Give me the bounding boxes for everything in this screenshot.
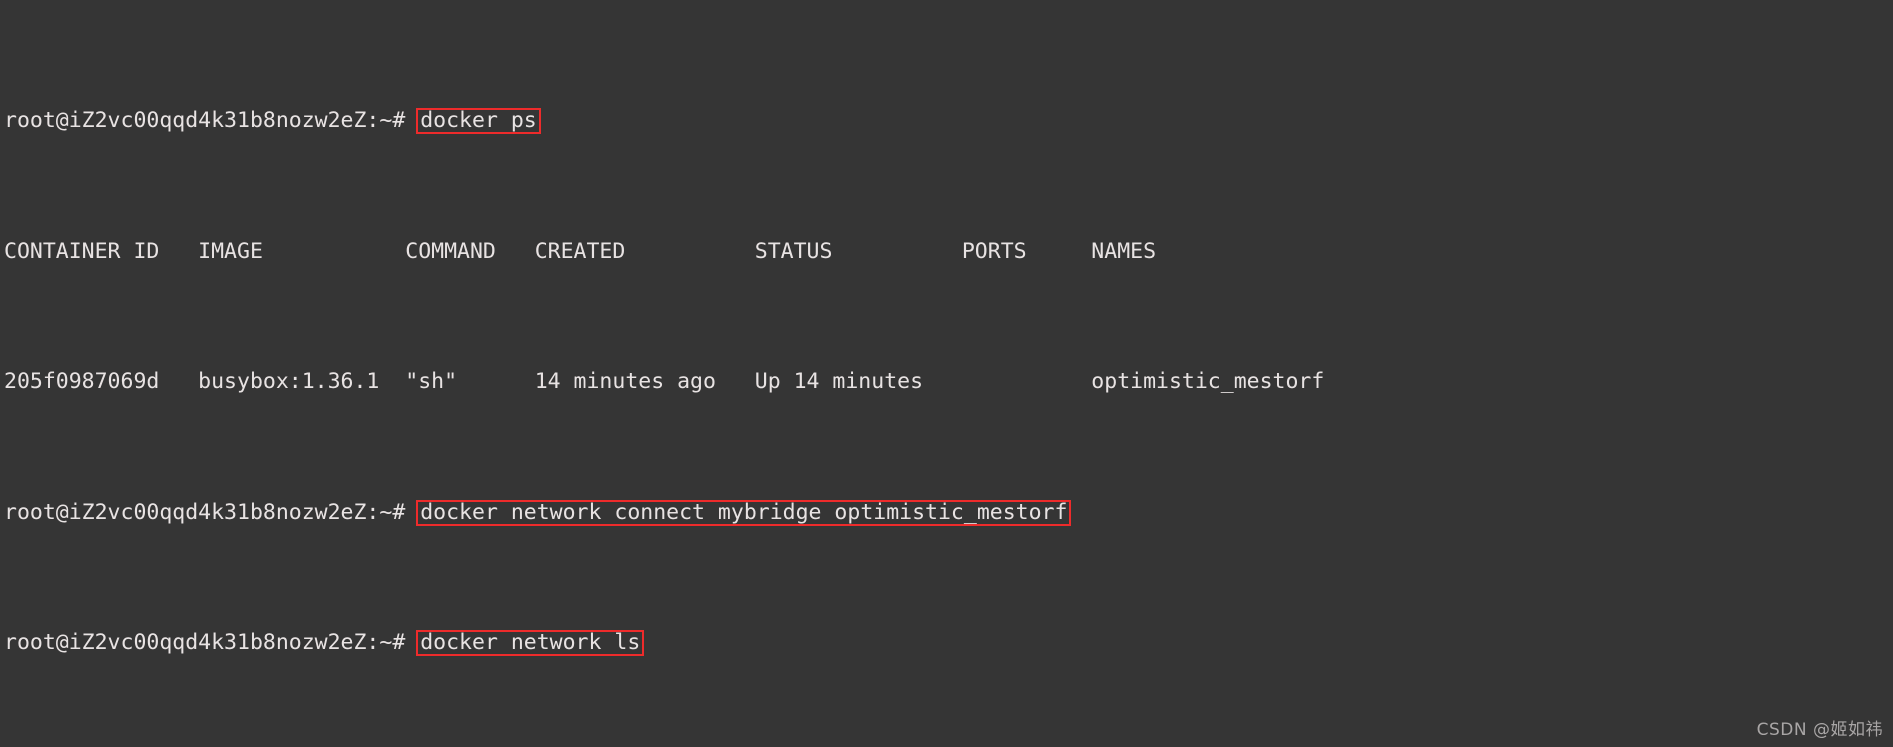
csdn-watermark: CSDN @姬如祎 [1756, 719, 1883, 740]
ps-table-headers: CONTAINER ID IMAGE COMMAND CREATED STATU… [4, 238, 1157, 264]
terminal-line-ps-row: 205f0987069d busybox:1.36.1 "sh" 14 minu… [4, 369, 1893, 395]
shell-prompt: root@iZ2vc00qqd4k31b8nozw2eZ:~# [4, 499, 419, 525]
shell-prompt: root@iZ2vc00qqd4k31b8nozw2eZ:~# [4, 108, 419, 134]
terminal-line-ps-headers: CONTAINER ID IMAGE COMMAND CREATED STATU… [4, 239, 1893, 265]
shell-prompt: root@iZ2vc00qqd4k31b8nozw2eZ:~# [4, 630, 419, 656]
terminal-window[interactable]: root@iZ2vc00qqd4k31b8nozw2eZ:~# docker p… [0, 0, 1893, 747]
terminal-line-command-network-connect: root@iZ2vc00qqd4k31b8nozw2eZ:~# docker n… [4, 499, 1893, 526]
ps-table-row: 205f0987069d busybox:1.36.1 "sh" 14 minu… [4, 369, 1325, 395]
annotation-box-network-connect: docker network connect mybridge optimist… [416, 499, 1072, 526]
terminal-line-command-network-ls: root@iZ2vc00qqd4k31b8nozw2eZ:~# docker n… [4, 630, 1893, 657]
command-network-ls: docker network ls [420, 630, 641, 656]
command-network-connect: docker network connect mybridge optimist… [420, 499, 1068, 525]
annotation-box-docker-ps: docker ps [416, 108, 541, 135]
annotation-box-network-ls: docker network ls [416, 630, 645, 657]
terminal-line-command-docker-ps: root@iZ2vc00qqd4k31b8nozw2eZ:~# docker p… [4, 108, 1893, 135]
command-docker-ps: docker ps [420, 108, 537, 134]
